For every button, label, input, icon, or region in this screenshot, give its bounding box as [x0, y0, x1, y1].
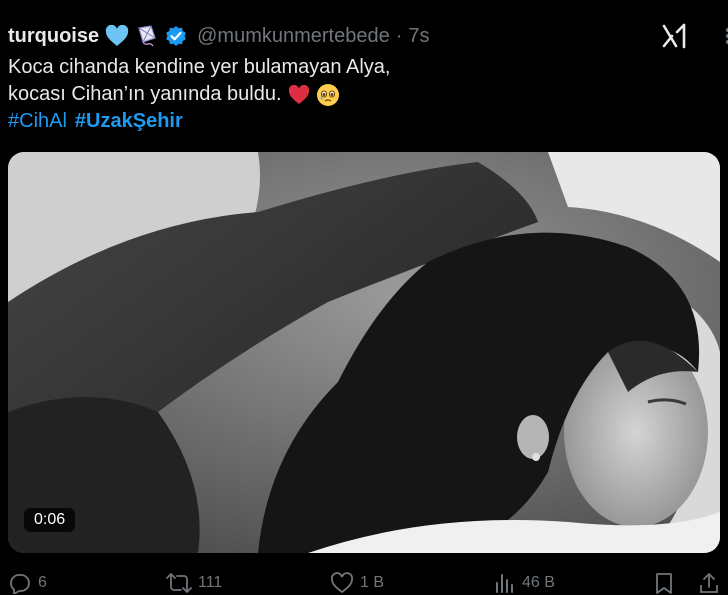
repost-count: 111 [198, 574, 223, 591]
kite-icon [135, 24, 159, 48]
user-handle[interactable]: @mumkunmertebede [197, 25, 390, 48]
tweet-text: Koca cihanda kendine yer bulamayan Alya,… [8, 54, 708, 135]
share-button[interactable] [698, 572, 720, 594]
views-count: 46 B [522, 574, 555, 591]
tweet-line-1: Koca cihanda kendine yer bulamayan Alya, [8, 54, 708, 81]
hashtag-cihal[interactable]: #CihAl [8, 108, 67, 135]
grok-icon[interactable] [660, 22, 690, 50]
timestamp[interactable]: 7s [408, 25, 429, 48]
tweet-actions: 6 111 1 B 46 B [0, 570, 728, 595]
views-button[interactable]: 46 B [494, 572, 555, 594]
like-count: 1 B [360, 574, 385, 591]
video-duration-badge: 0:06 [24, 508, 76, 532]
share-icon [698, 572, 720, 594]
tweet-header: turquoise @mumkunmertebede · 7s [8, 24, 430, 48]
tweet-line-2-text: kocası Cihan’ın yanında buldu. [8, 83, 282, 105]
separator-dot: · [395, 24, 403, 47]
tweet-line-1-text: Koca cihanda kendine yer bulamayan Alya, [8, 56, 391, 78]
teary-face-icon [316, 83, 340, 107]
bookmark-icon [654, 572, 674, 594]
repost-button[interactable]: 111 [166, 572, 222, 594]
verified-badge-icon [165, 25, 187, 47]
video-player[interactable] [8, 152, 720, 553]
reply-count: 6 [38, 574, 47, 591]
like-icon [330, 572, 354, 594]
views-icon [494, 572, 516, 594]
like-button[interactable]: 1 B [330, 572, 384, 594]
tweet-line-2: kocası Cihan’ın yanında buldu. [8, 81, 708, 108]
hashtags: #CihAl #UzakŞehir [8, 108, 708, 135]
reply-button[interactable]: 6 [8, 572, 47, 594]
display-name[interactable]: turquoise [8, 25, 99, 48]
repost-icon [166, 572, 192, 594]
reply-icon [8, 572, 32, 594]
hashtag-uzaksehir[interactable]: #UzakŞehir [75, 108, 183, 135]
blue-heart-icon [105, 25, 129, 47]
bookmark-button[interactable] [654, 572, 674, 594]
more-options-icon[interactable] [716, 22, 728, 50]
video-frame [8, 152, 720, 553]
red-heart-icon [288, 84, 310, 105]
